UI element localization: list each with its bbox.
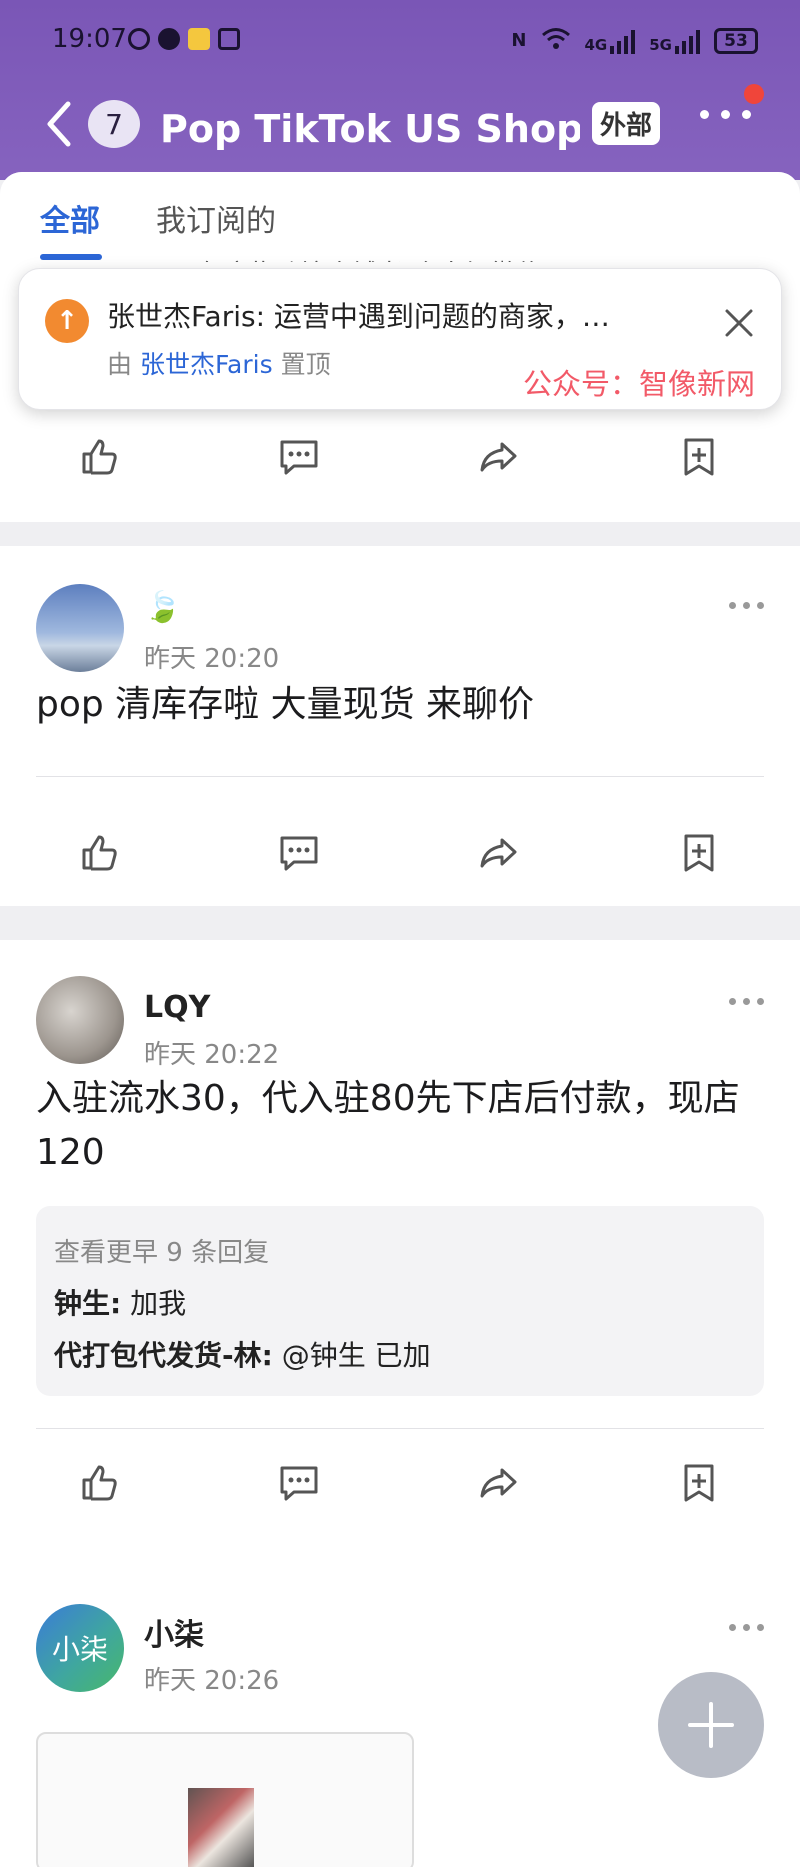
post-author[interactable]: LQY <box>144 990 210 1025</box>
reply-author: 代打包代发货-林: <box>54 1339 273 1372</box>
pinned-banner[interactable]: ↑ 张世杰Faris: 运营中遇到问题的商家，… 由 张世杰Faris 置顶 公… <box>18 268 782 410</box>
back-button[interactable] <box>40 98 80 150</box>
mail-icon <box>218 28 240 50</box>
post-time: 昨天 20:20 <box>144 644 280 674</box>
post-author[interactable]: 小柒 <box>144 1610 204 1654</box>
reply-text: 加我 <box>121 1287 187 1320</box>
signal-icon-1: 4G <box>585 28 636 54</box>
more-options-button[interactable] <box>700 110 751 119</box>
post-body: 入驻流水30，代入驻80先下店后付款，现店120 <box>36 1078 740 1173</box>
bookmark-add-icon[interactable] <box>678 436 720 478</box>
avatar[interactable] <box>36 976 124 1064</box>
tab-subscribed[interactable]: 我订阅的 <box>156 196 276 240</box>
replies-box[interactable]: 查看更早 9 条回复 钟生: 加我 代打包代发货-林: @钟生 已加 <box>36 1206 764 1396</box>
watermark-text: 公众号：智像新网 <box>522 367 755 401</box>
action-bar <box>0 412 800 502</box>
post-time: 昨天 20:22 <box>144 1040 280 1070</box>
pinned-text: 张世杰Faris: 运营中遇到问题的商家，… <box>107 300 610 333</box>
post-more-button[interactable] <box>729 998 764 1005</box>
status-indicators: N 4G 5G 53 <box>511 26 758 55</box>
comment-icon[interactable] <box>278 1462 320 1504</box>
comment-icon[interactable] <box>278 436 320 478</box>
group-title[interactable]: Pop TikTok US Shop跨… <box>160 98 580 153</box>
add-post-button[interactable] <box>658 1672 764 1778</box>
reply-text: @钟生 已加 <box>272 1339 431 1372</box>
pinned-by: 由 张世杰Faris 置顶 <box>107 350 331 379</box>
plus-icon <box>688 1702 734 1748</box>
status-time: 19:07 <box>52 24 127 54</box>
share-icon[interactable] <box>478 436 520 478</box>
chat-bubble-icon <box>158 28 180 50</box>
back-arrow-icon <box>47 101 71 147</box>
status-notification-icons <box>128 28 240 50</box>
reply-item[interactable]: 代打包代发货-林: @钟生 已加 <box>54 1334 431 1374</box>
share-icon[interactable] <box>478 832 520 874</box>
post-image[interactable] <box>36 1732 414 1867</box>
divider <box>36 1428 764 1429</box>
like-icon[interactable] <box>78 436 120 478</box>
feed-tabs: 全部 我订阅的 …有这些跨境店铺老 会来加微信 ’ <box>0 172 800 290</box>
app-notification-icon <box>188 28 210 50</box>
reply-item[interactable]: 钟生: 加我 <box>54 1282 186 1322</box>
post-more-button[interactable] <box>729 1624 764 1631</box>
divider <box>36 776 764 777</box>
avatar[interactable]: 小柒 <box>36 1604 124 1692</box>
tab-all[interactable]: 全部 <box>40 196 100 240</box>
post-body: pop 清库存啦 大量现货 来聊价 <box>36 684 535 725</box>
app-header: 19:07 N 4G 5G 53 7 Pop TikTok US Shop跨… … <box>0 0 800 180</box>
pin-up-icon: ↑ <box>45 299 89 343</box>
action-bar <box>0 1438 800 1528</box>
bookmark-add-icon[interactable] <box>678 1462 720 1504</box>
post-author[interactable]: 🍃 <box>144 590 181 625</box>
status-bar: 19:07 N 4G 5G 53 <box>0 22 800 62</box>
close-icon[interactable] <box>721 305 757 341</box>
wifi-icon <box>541 26 571 55</box>
post-card[interactable]: 🍃 昨天 20:20 pop 清库存啦 大量现货 来聊价 <box>0 546 800 906</box>
pinned-by-user[interactable]: 张世杰Faris <box>140 350 273 379</box>
image-content <box>188 1788 254 1867</box>
unread-count-badge: 7 <box>88 100 140 148</box>
like-icon[interactable] <box>78 1462 120 1504</box>
nav-row: 7 Pop TikTok US Shop跨… 外部 <box>0 92 800 156</box>
nfc-icon: N <box>511 30 527 51</box>
notification-dot <box>744 84 764 104</box>
external-badge: 外部 <box>592 102 661 145</box>
comment-icon[interactable] <box>278 832 320 874</box>
post-more-button[interactable] <box>729 602 764 609</box>
feed-sheet: 全部 我订阅的 …有这些跨境店铺老 会来加微信 ’ 🍃 昨天 20:20 pop… <box>0 172 800 1867</box>
bookmark-add-icon[interactable] <box>678 832 720 874</box>
tab-indicator <box>40 254 102 260</box>
whatsapp-icon <box>128 28 150 50</box>
view-earlier-replies[interactable]: 查看更早 9 条回复 <box>54 1232 269 1269</box>
like-icon[interactable] <box>78 832 120 874</box>
signal-icon-2: 5G <box>649 28 700 54</box>
avatar[interactable] <box>36 584 124 672</box>
share-icon[interactable] <box>478 1462 520 1504</box>
action-bar <box>0 808 800 898</box>
post-time: 昨天 20:26 <box>144 1666 280 1696</box>
battery-icon: 53 <box>714 27 758 54</box>
reply-author: 钟生: <box>54 1287 122 1320</box>
